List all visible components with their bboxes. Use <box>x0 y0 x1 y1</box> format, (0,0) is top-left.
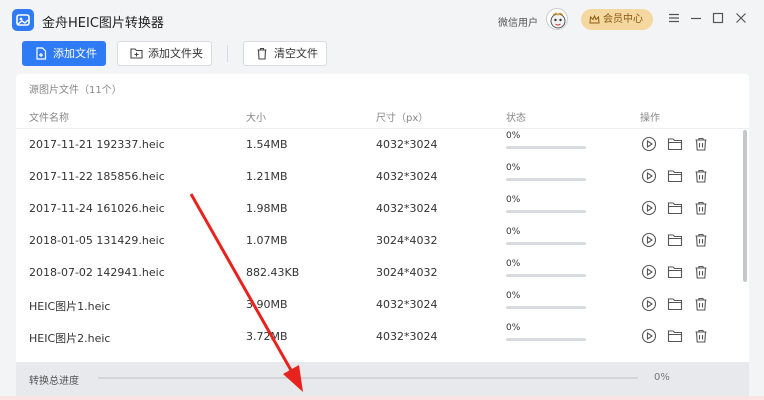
file-dims: 4032*3024 <box>376 202 438 215</box>
add-folder-button[interactable]: 添加文件夹 <box>117 41 212 66</box>
clear-files-button[interactable]: 清空文件 <box>243 41 327 66</box>
column-header-dims[interactable]: 尺寸（px） <box>376 109 428 124</box>
table-row[interactable]: HEIC图片1.heic 3.90MB 4032*3024 0% <box>16 288 742 320</box>
file-dims: 3024*4032 <box>376 234 438 247</box>
file-name: 2017-11-22 185856.heic <box>29 170 165 183</box>
table-row[interactable]: 2018-07-02 142941.heic 882.43KB 3024*403… <box>16 256 742 288</box>
trash-icon[interactable] <box>693 168 709 184</box>
total-progress-bar: 转换总进度 0% <box>16 362 749 400</box>
trash-icon[interactable] <box>693 136 709 152</box>
menu-icon[interactable] <box>667 11 681 25</box>
title-bar: 金舟HEIC图片转换器 微信用户 会员中心 <box>0 0 764 38</box>
file-dims: 3024*4032 <box>376 266 438 279</box>
trash-icon[interactable] <box>693 296 709 312</box>
column-header-actions: 操作 <box>640 113 660 124</box>
status-percent: 0% <box>506 259 521 269</box>
toolbar-divider <box>227 45 228 62</box>
status-percent: 0% <box>506 291 521 301</box>
file-name: 2017-11-21 192337.heic <box>29 138 165 151</box>
file-size: 1.21MB <box>246 170 288 183</box>
play-icon[interactable] <box>641 264 657 280</box>
user-name[interactable]: 微信用户 <box>498 14 538 29</box>
table-row[interactable]: HEIC图片2.heic 3.72MB 4032*3024 0% <box>16 320 742 352</box>
status-percent: 0% <box>506 163 521 173</box>
add-folder-icon <box>130 48 143 59</box>
progress-bar <box>506 306 586 309</box>
play-icon[interactable] <box>641 168 657 184</box>
avatar[interactable] <box>546 8 568 30</box>
progress-bar <box>506 274 586 277</box>
file-name: HEIC图片1.heic <box>29 300 111 313</box>
status-percent: 0% <box>506 227 521 237</box>
file-name: 2017-11-24 161026.heic <box>29 202 165 215</box>
vip-center-button[interactable]: 会员中心 <box>581 9 653 30</box>
status-percent: 0% <box>506 131 521 141</box>
progress-bar <box>506 242 586 245</box>
trash-icon[interactable] <box>693 328 709 344</box>
file-size: 3.90MB <box>246 298 288 311</box>
total-progress-label: 转换总进度 <box>29 376 79 387</box>
progress-bar <box>506 178 586 181</box>
folder-icon[interactable] <box>667 264 683 280</box>
file-size: 1.07MB <box>246 234 288 247</box>
trash-icon[interactable] <box>693 264 709 280</box>
status-percent: 0% <box>506 195 521 205</box>
file-size: 3.72MB <box>246 330 288 343</box>
play-icon[interactable] <box>641 200 657 216</box>
progress-bar <box>506 338 586 341</box>
file-dims: 4032*3024 <box>376 170 438 183</box>
trash-icon[interactable] <box>693 200 709 216</box>
total-progress-percent: 0% <box>654 372 670 383</box>
folder-icon[interactable] <box>667 296 683 312</box>
file-list-panel: 源图片文件（11个） 文件名称 大小 尺寸（px） 状态 操作 2017-11-… <box>16 74 749 400</box>
play-icon[interactable] <box>641 232 657 248</box>
app-title: 金舟HEIC图片转换器 <box>42 16 164 31</box>
column-header-name[interactable]: 文件名称 <box>29 109 69 124</box>
add-file-icon <box>36 47 47 60</box>
table-row[interactable]: 2017-11-22 185856.heic 1.21MB 4032*3024 … <box>16 160 742 192</box>
trash-icon[interactable] <box>693 232 709 248</box>
file-name: 2018-07-02 142941.heic <box>29 266 165 279</box>
folder-icon[interactable] <box>667 328 683 344</box>
app-logo-icon <box>12 9 34 31</box>
add-file-button[interactable]: 添加文件 <box>22 41 106 66</box>
bottom-strip <box>0 396 764 400</box>
column-header-status[interactable]: 状态 <box>506 109 526 124</box>
status-percent: 0% <box>506 323 521 333</box>
progress-bar <box>506 210 586 213</box>
file-name: HEIC图片2.heic <box>29 332 111 345</box>
folder-icon[interactable] <box>667 200 683 216</box>
file-size: 1.54MB <box>246 138 288 151</box>
maximize-icon[interactable] <box>711 11 725 25</box>
list-scrollbar[interactable] <box>743 130 747 282</box>
file-name: 2018-01-05 131429.heic <box>29 234 165 247</box>
close-icon[interactable] <box>734 11 748 25</box>
column-header-size[interactable]: 大小 <box>246 109 266 124</box>
add-folder-label: 添加文件夹 <box>148 47 203 60</box>
vip-label: 会员中心 <box>603 14 643 25</box>
clear-files-label: 清空文件 <box>274 47 318 60</box>
minimize-icon[interactable] <box>689 11 703 25</box>
table-row[interactable]: 2018-01-05 131429.heic 1.07MB 3024*4032 … <box>16 224 742 256</box>
table-row[interactable]: 2017-11-24 161026.heic 1.98MB 4032*3024 … <box>16 192 742 224</box>
folder-icon[interactable] <box>667 136 683 152</box>
play-icon[interactable] <box>641 136 657 152</box>
play-icon[interactable] <box>641 328 657 344</box>
crown-icon <box>589 14 600 24</box>
table-row[interactable]: 2017-11-21 192337.heic 1.54MB 4032*3024 … <box>16 128 742 160</box>
trash-icon <box>257 47 267 60</box>
add-file-label: 添加文件 <box>53 47 97 60</box>
file-dims: 4032*3024 <box>376 298 438 311</box>
total-progress-track <box>98 377 638 379</box>
folder-icon[interactable] <box>667 168 683 184</box>
file-dims: 4032*3024 <box>376 330 438 343</box>
play-icon[interactable] <box>641 296 657 312</box>
file-size: 882.43KB <box>246 266 300 279</box>
folder-icon[interactable] <box>667 232 683 248</box>
progress-bar <box>506 146 586 149</box>
file-list-title: 源图片文件（11个） <box>29 85 122 96</box>
file-size: 1.98MB <box>246 202 288 215</box>
file-dims: 4032*3024 <box>376 138 438 151</box>
